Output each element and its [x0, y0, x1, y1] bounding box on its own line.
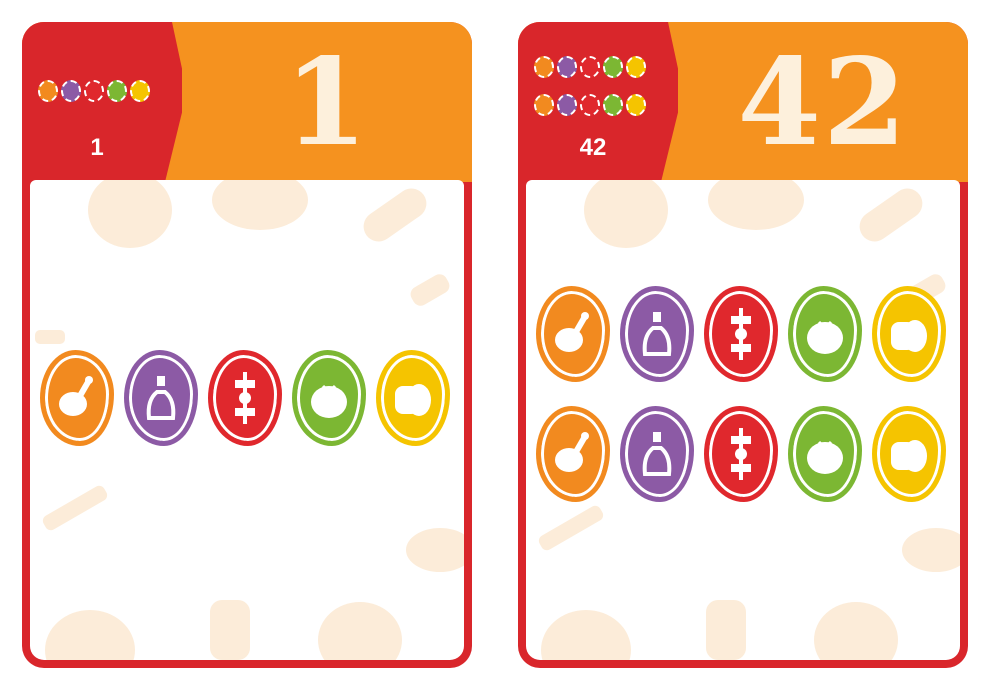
mini-tomato-icon: [107, 80, 127, 102]
oil-bottle-icon: [146, 376, 176, 420]
mini-token-row: [534, 56, 646, 78]
mini-drumstick-icon: [534, 94, 554, 116]
mini-kebab-icon: [84, 80, 104, 102]
oil-bottle-token[interactable]: [620, 406, 694, 502]
oil-bottle-icon: [642, 312, 672, 356]
card-value: 42: [737, 31, 909, 173]
oil-bottle-token[interactable]: [620, 286, 694, 382]
tomato-icon: [311, 384, 347, 418]
tomato-token[interactable]: [292, 350, 366, 446]
token-row: [40, 350, 460, 446]
oil-bottle-token[interactable]: [124, 350, 198, 446]
drumstick-token[interactable]: [40, 350, 114, 446]
mini-cheese-icon: [626, 56, 646, 78]
kebab-icon: [731, 428, 751, 480]
token-row: [536, 406, 956, 502]
tomato-token[interactable]: [788, 406, 862, 502]
card-mini-value: 1: [90, 134, 104, 161]
mini-oil-bottle-icon: [61, 80, 81, 102]
cheese-icon: [395, 384, 431, 416]
drumstick-token[interactable]: [536, 406, 610, 502]
mini-tomato-icon: [603, 56, 623, 78]
kebab-token[interactable]: [208, 350, 282, 446]
mini-token-row: [534, 94, 646, 116]
mini-token-row: [38, 80, 150, 102]
kebab-icon: [731, 308, 751, 360]
kebab-icon: [235, 372, 255, 424]
tomato-token[interactable]: [788, 286, 862, 382]
card-value: 1: [284, 31, 370, 173]
kebab-token[interactable]: [704, 406, 778, 502]
drumstick-icon: [555, 312, 589, 352]
cheese-token[interactable]: [872, 406, 946, 502]
drumstick-icon: [555, 432, 589, 472]
drumstick-token[interactable]: [536, 286, 610, 382]
mini-drumstick-icon: [534, 56, 554, 78]
mini-oil-bottle-icon: [557, 56, 577, 78]
mini-cheese-icon: [130, 80, 150, 102]
cheese-icon: [891, 440, 927, 472]
mini-drumstick-icon: [38, 80, 58, 102]
mini-tomato-icon: [603, 94, 623, 116]
token-row: [536, 286, 956, 382]
card-mini-value: 42: [579, 134, 607, 161]
card-42[interactable]: 42 42: [518, 22, 968, 668]
mini-kebab-icon: [580, 56, 600, 78]
mini-kebab-icon: [580, 94, 600, 116]
cheese-token[interactable]: [376, 350, 450, 446]
drumstick-icon: [59, 376, 93, 416]
cheese-icon: [891, 320, 927, 352]
mini-cheese-icon: [626, 94, 646, 116]
tomato-icon: [807, 440, 843, 474]
mini-oil-bottle-icon: [557, 94, 577, 116]
oil-bottle-icon: [642, 432, 672, 476]
tomato-icon: [807, 320, 843, 354]
cheese-token[interactable]: [872, 286, 946, 382]
kebab-token[interactable]: [704, 286, 778, 382]
card-1[interactable]: 1 1: [22, 22, 472, 668]
